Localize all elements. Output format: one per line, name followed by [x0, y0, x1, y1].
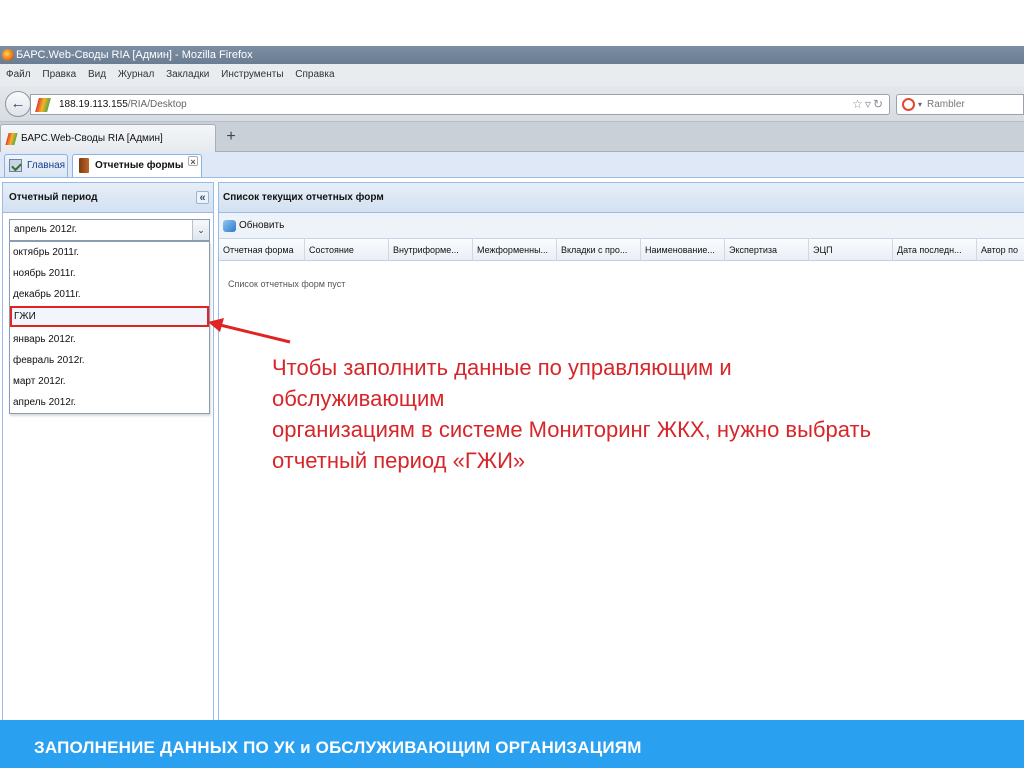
menu-tools[interactable]: Инструменты [221, 69, 283, 80]
column-header[interactable]: Экспертиза [725, 239, 809, 261]
search-placeholder: Rambler [927, 99, 965, 110]
forms-toolbar: Обновить [219, 213, 1024, 239]
browser-tab-title: БАРС.Web-Своды RIA [Админ] [21, 133, 163, 144]
home-icon [9, 159, 22, 172]
period-option[interactable]: февраль 2012г. [10, 350, 209, 371]
tab-home[interactable]: Главная [4, 154, 68, 177]
empty-grid-text: Список отчетных форм пуст [228, 279, 346, 289]
reload-icon[interactable]: ↻ [873, 97, 885, 111]
tab-report-forms[interactable]: Отчетные формы × [72, 154, 202, 177]
menu-help[interactable]: Справка [295, 69, 334, 80]
tab-home-label: Главная [27, 160, 66, 171]
bookmark-star-icon[interactable]: ☆ [852, 97, 865, 111]
column-header[interactable]: Межформенны... [473, 239, 557, 261]
forms-grid-header: Отчетная форма Состояние Внутриформе... … [219, 239, 1024, 261]
arrow-head [208, 318, 224, 332]
new-tab-button[interactable]: + [219, 126, 243, 148]
url-host: 188.19.113.155 [59, 99, 128, 110]
annotation-line: обслуживающим [272, 386, 445, 411]
annotation-text: Чтобы заполнить данные по управляющим и … [272, 352, 992, 476]
back-button[interactable]: ← [5, 91, 31, 117]
period-option[interactable]: апрель 2012г. [10, 392, 209, 413]
tab-favicon-icon [5, 133, 18, 145]
menu-history[interactable]: Журнал [118, 69, 155, 80]
firefox-icon [2, 49, 14, 61]
period-combobox[interactable]: апрель 2012г. ⌄ [9, 219, 210, 241]
arrow-shaft [215, 322, 291, 344]
annotation-line: отчетный период «ГЖИ» [272, 448, 526, 473]
collapse-panel-icon[interactable]: « [196, 191, 209, 204]
search-bar[interactable]: ▾ Rambler [896, 94, 1024, 115]
column-header[interactable]: Состояние [305, 239, 389, 261]
rambler-icon[interactable] [902, 98, 915, 111]
annotation-arrow [208, 318, 291, 344]
window-title: БАРС.Web-Своды RIA [Админ] - Mozilla Fir… [16, 49, 253, 61]
menu-bookmarks[interactable]: Закладки [166, 69, 209, 80]
url-text[interactable]: 188.19.113.155/RIA/Desktop [59, 95, 187, 114]
slide-top-area [0, 0, 1024, 46]
period-selected-value: апрель 2012г. [14, 224, 78, 235]
period-option[interactable]: октябрь 2011г. [10, 242, 209, 263]
menu-edit[interactable]: Правка [42, 69, 76, 80]
annotation-line: Чтобы заполнить данные по управляющим и [272, 355, 732, 380]
window-titlebar: БАРС.Web-Своды RIA [Админ] - Mozilla Fir… [0, 46, 1024, 64]
tab-report-forms-label: Отчетные формы [95, 160, 184, 171]
column-header[interactable]: Отчетная форма [219, 239, 305, 261]
period-option-gzhi[interactable]: ГЖИ [10, 306, 209, 327]
period-option[interactable]: декабрь 2011г. [10, 284, 209, 305]
browser-menubar: Файл Правка Вид Журнал Закладки Инструме… [0, 64, 1024, 86]
url-actions: ☆▿↻ [852, 95, 885, 114]
period-dropdown-list: октябрь 2011г. ноябрь 2011г. декабрь 201… [9, 241, 210, 414]
history-dropdown-icon[interactable]: ▿ [865, 97, 873, 111]
site-favicon-icon [35, 98, 51, 112]
browser-tabstrip: БАРС.Web-Своды RIA [Админ] + [0, 122, 1024, 152]
app-tabbar: Главная Отчетные формы × [0, 152, 1024, 178]
back-arrow-icon: ← [10, 95, 26, 112]
forms-panel-title: Список текущих отчетных форм [219, 183, 1024, 213]
column-header[interactable]: Автор по [977, 239, 1024, 261]
column-header[interactable]: Наименование... [641, 239, 725, 261]
annotation-line: организациям в системе Мониторинг ЖКХ, н… [272, 417, 872, 442]
period-panel: Отчетный период « апрель 2012г. ⌄ октябр… [2, 182, 214, 722]
period-option[interactable]: январь 2012г. [10, 329, 209, 350]
chevron-down-icon[interactable]: ⌄ [192, 220, 209, 240]
browser-navbar: 188.19.113.155/RIA/Desktop ☆▿↻ ← ▾ Rambl… [0, 86, 1024, 122]
column-header[interactable]: Дата последн... [893, 239, 977, 261]
period-panel-title: Отчетный период [9, 192, 98, 203]
footer-banner: ЗАПОЛНЕНИЕ ДАННЫХ ПО УК и ОБСЛУЖИВАЮЩИМ … [0, 720, 1024, 768]
refresh-label: Обновить [239, 220, 285, 231]
period-option[interactable]: март 2012г. [10, 371, 209, 392]
refresh-icon [223, 220, 236, 232]
search-engine-dropdown-icon[interactable]: ▾ [918, 95, 922, 114]
column-header[interactable]: Вкладки с про... [557, 239, 641, 261]
period-option[interactable]: ноябрь 2011г. [10, 263, 209, 284]
url-path: /RIA/Desktop [127, 99, 187, 110]
menu-file[interactable]: Файл [6, 69, 31, 80]
column-header[interactable]: ЭЦП [809, 239, 893, 261]
period-panel-header: Отчетный период « [3, 183, 213, 213]
browser-tab[interactable]: БАРС.Web-Своды RIA [Админ] [0, 124, 216, 152]
book-icon [79, 158, 89, 173]
column-header[interactable]: Внутриформе... [389, 239, 473, 261]
url-bar[interactable]: 188.19.113.155/RIA/Desktop ☆▿↻ [30, 94, 890, 115]
refresh-button[interactable]: Обновить [223, 216, 284, 236]
tab-close-icon[interactable]: × [188, 156, 198, 167]
menu-view[interactable]: Вид [88, 69, 106, 80]
